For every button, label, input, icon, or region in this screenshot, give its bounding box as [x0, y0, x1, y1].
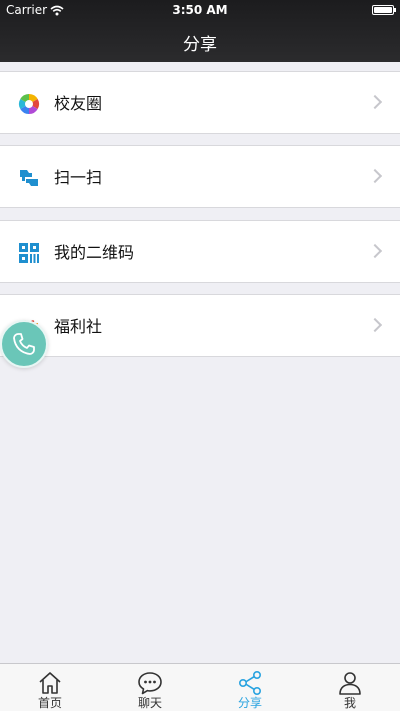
list-item-my-qr-code[interactable]: 我的二维码 [0, 220, 400, 283]
scan-icon [20, 170, 38, 186]
person-icon [339, 672, 361, 695]
tab-label: 首页 [37, 696, 62, 710]
chevron-right-icon [367, 317, 383, 333]
top-bar: Carrier 3:50 AM 分享 [0, 0, 400, 62]
qr-code-icon [19, 243, 39, 263]
page-title: 分享 [183, 35, 217, 55]
tab-share[interactable]: 分享 [200, 664, 300, 711]
share-screen: Carrier 3:50 AM 分享 校友圈 扫一扫 我的二维码 福利社 首页 … [0, 0, 400, 711]
list-item-scan[interactable]: 扫一扫 [0, 145, 400, 208]
tab-chat[interactable]: 聊天 [100, 664, 200, 711]
chevron-right-icon [367, 168, 383, 184]
status-bar: Carrier 3:50 AM [0, 0, 400, 20]
chevron-right-icon [367, 94, 383, 110]
status-time: 3:50 AM [172, 3, 228, 17]
list-item-label: 扫一扫 [54, 168, 103, 187]
camera-aperture-icon [18, 93, 40, 115]
list-item-label: 我的二维码 [54, 243, 135, 262]
tab-me[interactable]: 我 [300, 664, 400, 711]
list-item-alumni-circle[interactable]: 校友圈 [0, 71, 400, 134]
chevron-right-icon [367, 243, 383, 259]
tab-label: 我 [343, 696, 356, 710]
tab-bar: 首页 聊天 分享 我 [0, 663, 400, 711]
chat-bubble-icon [138, 672, 162, 695]
floating-call-button[interactable] [0, 320, 48, 368]
tab-label: 聊天 [137, 696, 162, 710]
list-item-welfare[interactable]: 福利社 [0, 294, 400, 357]
phone-icon [13, 333, 35, 355]
home-icon [39, 672, 61, 694]
list-item-label: 福利社 [54, 317, 103, 336]
tab-label: 分享 [237, 696, 262, 710]
share-icon [238, 670, 261, 695]
tab-home[interactable]: 首页 [0, 664, 100, 711]
list-item-label: 校友圈 [54, 94, 103, 113]
battery-icon [372, 5, 396, 15]
